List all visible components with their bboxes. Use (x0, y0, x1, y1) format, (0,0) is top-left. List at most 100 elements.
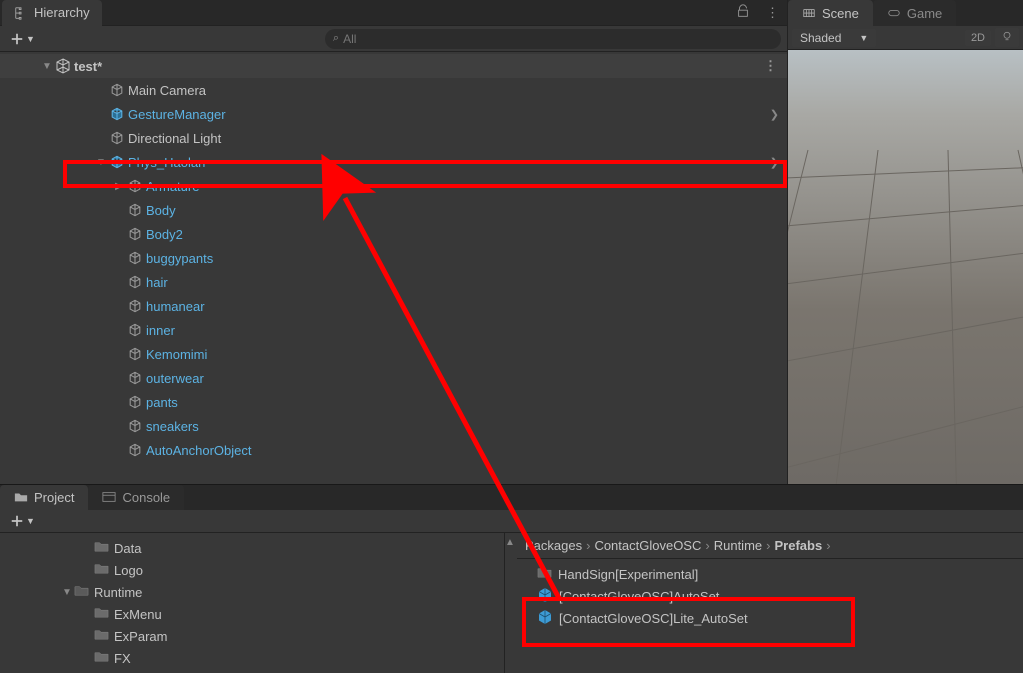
chevron-right-icon[interactable]: ❯ (770, 156, 787, 169)
scene-root-row[interactable]: ▼ test* ⋮ (0, 54, 787, 78)
cube-grey-icon (126, 371, 144, 385)
folder-label: Data (114, 541, 141, 556)
cube-grey-icon (126, 323, 144, 337)
console-icon (102, 490, 116, 504)
hierarchy-row-phys-haolan[interactable]: ▼Phys_Haolan❯ (0, 150, 787, 174)
hierarchy-item-label: buggypants (144, 251, 213, 266)
asset-label: [ContactGloveOSC]AutoSet (559, 589, 719, 604)
hierarchy-tab-bar: Hierarchy ⋮ (0, 0, 787, 26)
project-add-button[interactable]: ▼ (6, 512, 39, 530)
folder-icon (74, 583, 90, 601)
search-box[interactable]: ⌕ (325, 29, 781, 49)
hierarchy-row-autoanchorobject[interactable]: AutoAnchorObject (0, 438, 787, 462)
hierarchy-row-pants[interactable]: pants (0, 390, 787, 414)
scene-name-label: test* (72, 59, 102, 74)
breadcrumb-segment[interactable]: Runtime (714, 538, 762, 553)
hierarchy-tab-label: Hierarchy (34, 5, 90, 20)
hierarchy-row-outerwear[interactable]: outerwear (0, 366, 787, 390)
hierarchy-row-sneakers[interactable]: sneakers (0, 414, 787, 438)
asset-label: HandSign[Experimental] (558, 567, 698, 582)
kebab-menu-icon[interactable]: ⋮ (758, 5, 787, 21)
cube-grey-icon (126, 203, 144, 217)
lock-icon[interactable] (728, 4, 758, 21)
breadcrumb-separator-icon: › (826, 538, 830, 553)
cube-grey-icon (108, 131, 126, 145)
cube-grey-icon (126, 251, 144, 265)
lighting-toggle[interactable] (995, 28, 1019, 47)
folder-row-fx[interactable]: FX (0, 647, 504, 669)
asset-list: HandSign[Experimental] [ContactGloveOSC]A… (517, 559, 1023, 673)
hierarchy-row-inner[interactable]: inner (0, 318, 787, 342)
hierarchy-item-label: outerwear (144, 371, 204, 386)
folder-icon (94, 561, 110, 579)
hierarchy-tab[interactable]: Hierarchy (2, 0, 102, 26)
asset-row--contactgloveosc-autoset[interactable]: [ContactGloveOSC]AutoSet (517, 585, 1023, 607)
folder-icon (94, 627, 110, 645)
disclosure-triangle-icon[interactable]: ▶ (112, 181, 126, 192)
project-tab[interactable]: Project (0, 485, 88, 510)
hierarchy-item-label: Directional Light (126, 131, 221, 146)
cube-grey-icon (126, 443, 144, 457)
scene-tab[interactable]: Scene (788, 0, 873, 26)
hierarchy-item-label: hair (144, 275, 168, 290)
gamepad-icon (887, 6, 901, 20)
breadcrumb-separator-icon: › (586, 538, 590, 553)
scene-kebab-icon[interactable]: ⋮ (764, 58, 787, 74)
asset-row--contactgloveosc-lite-autoset[interactable]: [ContactGloveOSC]Lite_AutoSet (517, 607, 1023, 629)
cube-grey-icon (126, 275, 144, 289)
asset-area: Packages › ContactGloveOSC › Runtime › P… (517, 533, 1023, 673)
folder-label: Runtime (94, 585, 142, 600)
asset-row-handsign-experimental-[interactable]: HandSign[Experimental] (517, 563, 1023, 585)
hierarchy-item-label: pants (144, 395, 178, 410)
add-button[interactable]: ▼ (6, 30, 39, 48)
folder-row-exmenu[interactable]: ExMenu (0, 603, 504, 625)
cube-grey-icon (126, 419, 144, 433)
hierarchy-icon (14, 6, 28, 20)
hierarchy-item-label: Main Camera (126, 83, 206, 98)
folder-icon (94, 539, 110, 557)
disclosure-triangle-icon[interactable]: ▼ (40, 61, 54, 72)
breadcrumb-segment[interactable]: ContactGloveOSC (594, 538, 701, 553)
dropdown-caret-icon: ▼ (26, 34, 35, 44)
hierarchy-panel: Hierarchy ⋮ ▼ ⌕ ▼ test* (0, 0, 788, 484)
lightbulb-icon (1001, 30, 1013, 42)
hierarchy-row-kemomimi[interactable]: Kemomimi (0, 342, 787, 366)
game-tab[interactable]: Game (873, 0, 956, 26)
breadcrumb-segment[interactable]: Prefabs (774, 538, 822, 553)
hierarchy-row-main-camera[interactable]: Main Camera (0, 78, 787, 102)
search-input[interactable] (343, 32, 773, 46)
search-icon: ⌕ (333, 32, 339, 45)
scroll-up-indicator[interactable]: ▲ (505, 533, 517, 548)
hierarchy-row-buggypants[interactable]: buggypants (0, 246, 787, 270)
hierarchy-row-armature[interactable]: ▶ Armature (0, 174, 787, 198)
shading-mode-dropdown[interactable]: Shaded ▼ (792, 29, 876, 47)
folder-row-data[interactable]: Data (0, 537, 504, 559)
hierarchy-tree: ▼ test* ⋮ Main Camera GestureManager❯ Dire… (0, 52, 787, 484)
disclosure-triangle-icon[interactable]: ▼ (94, 157, 108, 168)
disclosure-triangle-icon[interactable]: ▼ (60, 587, 74, 598)
hierarchy-row-hair[interactable]: hair (0, 270, 787, 294)
project-console-area: Project Console ▼ Data Logo ▼ Runtime ExMenu… (0, 484, 1023, 673)
prefab-icon (537, 587, 553, 606)
breadcrumb-segment[interactable]: Packages (525, 538, 582, 553)
scene-viewport[interactable] (788, 50, 1023, 484)
folder-row-runtime[interactable]: ▼ Runtime (0, 581, 504, 603)
hierarchy-row-directional-light[interactable]: Directional Light (0, 126, 787, 150)
hierarchy-row-body2[interactable]: Body2 (0, 222, 787, 246)
hierarchy-row-humanear[interactable]: humanear (0, 294, 787, 318)
folder-icon (94, 649, 110, 667)
view-2d-button[interactable]: 2D (965, 30, 991, 46)
hierarchy-row-body[interactable]: Body (0, 198, 787, 222)
project-tab-label: Project (34, 490, 74, 505)
hierarchy-item-label: inner (144, 323, 175, 338)
folder-label: FX (114, 651, 131, 666)
chevron-right-icon[interactable]: ❯ (770, 108, 787, 121)
hierarchy-item-label: Armature (144, 179, 199, 194)
console-tab[interactable]: Console (88, 485, 184, 510)
cube-blue-icon (108, 107, 126, 121)
scene-tab-bar: Scene Game (788, 0, 1023, 26)
folder-row-logo[interactable]: Logo (0, 559, 504, 581)
folder-row-exparam[interactable]: ExParam (0, 625, 504, 647)
cube-grey-icon (126, 395, 144, 409)
hierarchy-row-gesturemanager[interactable]: GestureManager❯ (0, 102, 787, 126)
